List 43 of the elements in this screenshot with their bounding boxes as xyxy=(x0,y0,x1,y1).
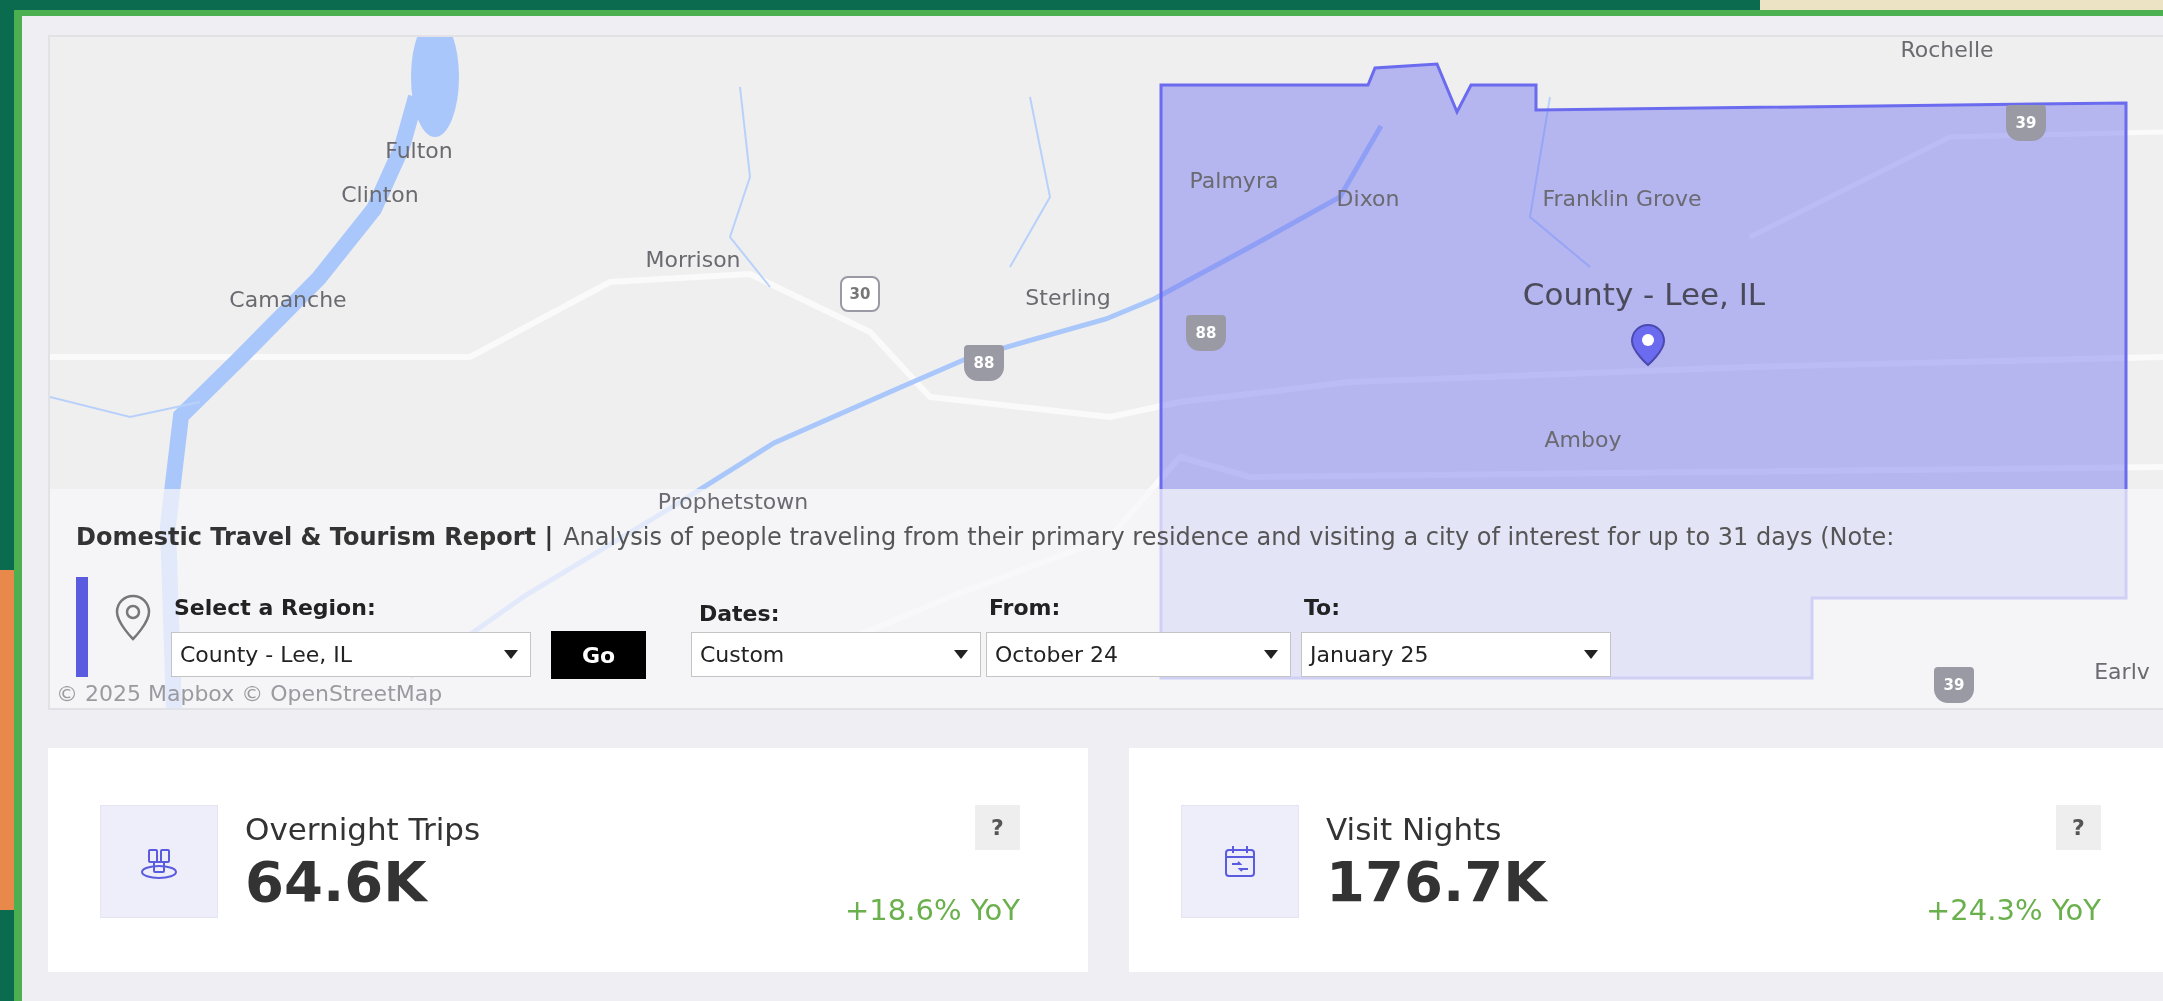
city-label: Rochelle xyxy=(1900,37,1994,62)
metric-value: 176.7K xyxy=(1326,849,1549,914)
go-button[interactable]: Go xyxy=(551,631,646,679)
metric-title: Overnight Trips xyxy=(245,811,482,847)
filter-label: From: xyxy=(989,595,1062,620)
city-label: Sterling xyxy=(1025,284,1111,310)
caret-icon xyxy=(954,650,968,659)
filter-label: Select a Region: xyxy=(174,595,377,620)
region-select[interactable]: County - Lee, IL xyxy=(171,632,531,677)
road-shield: 30 xyxy=(840,276,880,312)
city-label: Morrison xyxy=(645,246,741,272)
date-select[interactable]: Custom xyxy=(691,632,981,677)
yoy-change: +18.6% YoY xyxy=(845,893,1020,927)
caret-icon xyxy=(504,650,518,659)
city-label: Camanche xyxy=(229,286,347,312)
city-label: Palmyra xyxy=(1189,167,1279,193)
city-label: Dixon xyxy=(1336,185,1400,211)
city-label: Clinton xyxy=(341,181,419,207)
road-shield: 39 xyxy=(1934,667,1974,703)
help-button[interactable]: ? xyxy=(975,805,1020,850)
road-shield: 39 xyxy=(2006,105,2046,141)
road-shield: 88 xyxy=(1186,315,1226,351)
road-shield: 88 xyxy=(964,345,1004,381)
city-label: Prophetstown xyxy=(657,488,809,514)
yoy-change: +24.3% YoY xyxy=(1926,893,2101,927)
filter-label: Dates: xyxy=(699,601,781,626)
caret-icon xyxy=(1584,650,1598,659)
date-select[interactable]: January 25 xyxy=(1301,632,1611,677)
filter-label: To: xyxy=(1304,595,1341,620)
city-label: Fulton xyxy=(385,137,453,163)
caret-icon xyxy=(1264,650,1278,659)
region-label: County - Lee, IL xyxy=(1522,276,1766,312)
map-attribution: © 2025 Mapbox © OpenStreetMap xyxy=(56,681,443,706)
date-select[interactable]: October 24 xyxy=(986,632,1291,677)
report-title: Domestic Travel & Tourism Report | xyxy=(76,522,554,553)
city-label: Franklin Grove xyxy=(1542,185,1702,211)
report-description: Analysis of people traveling from their primary residence and visiting a city of interest for up to 31 days (Note: xyxy=(563,522,1895,553)
city-label: Amboy xyxy=(1544,426,1622,452)
metric-title: Visit Nights xyxy=(1326,811,1503,847)
metric-value: 64.6K xyxy=(245,849,429,914)
city-label: Earlv xyxy=(2094,658,2150,684)
help-button[interactable]: ? xyxy=(2056,805,2101,850)
location-pin-icon[interactable] xyxy=(1630,323,1666,367)
